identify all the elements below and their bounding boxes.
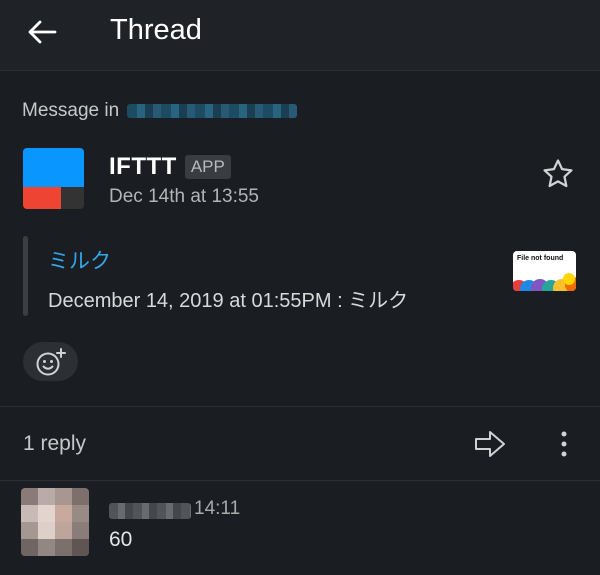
message-sender: IFTTT APP <box>109 153 231 181</box>
arrow-left-icon <box>28 20 57 44</box>
add-reaction-button[interactable] <box>23 342 78 381</box>
add-reaction-icon <box>36 347 66 375</box>
thumbnail-graphic <box>513 273 576 291</box>
more-options-button[interactable] <box>548 424 580 464</box>
page-title: Thread <box>110 14 202 46</box>
thread-header: Thread <box>0 0 600 71</box>
channel-name-redacted[interactable] <box>127 104 298 118</box>
share-button[interactable] <box>470 424 510 464</box>
sender-name[interactable]: IFTTT <box>109 153 177 181</box>
attachment-text: December 14, 2019 at 01:55PM : ミルク <box>48 290 409 312</box>
reply-username-redacted[interactable] <box>109 503 191 519</box>
star-outline-icon <box>543 159 573 188</box>
ifttt-logo[interactable] <box>23 148 84 209</box>
reply-text: 60 <box>109 528 133 551</box>
message-timestamp: Dec 14th at 13:55 <box>109 186 259 207</box>
reply-timestamp: 14:11 <box>194 498 241 519</box>
attachment-title-link[interactable]: ミルク <box>48 245 111 275</box>
app-badge: APP <box>184 155 231 179</box>
channel-context: Message in <box>22 100 298 122</box>
reply-count: 1 reply <box>23 432 87 455</box>
avatar[interactable] <box>21 488 89 556</box>
attachment-bar <box>23 236 28 316</box>
divider <box>0 406 600 407</box>
back-button[interactable] <box>22 12 62 52</box>
more-vertical-icon <box>561 431 567 457</box>
star-button[interactable] <box>538 154 578 194</box>
divider <box>0 480 600 481</box>
attachment-thumbnail[interactable]: File not found <box>513 251 576 291</box>
context-prefix: Message in <box>22 100 120 121</box>
forward-arrow-icon <box>475 431 505 457</box>
